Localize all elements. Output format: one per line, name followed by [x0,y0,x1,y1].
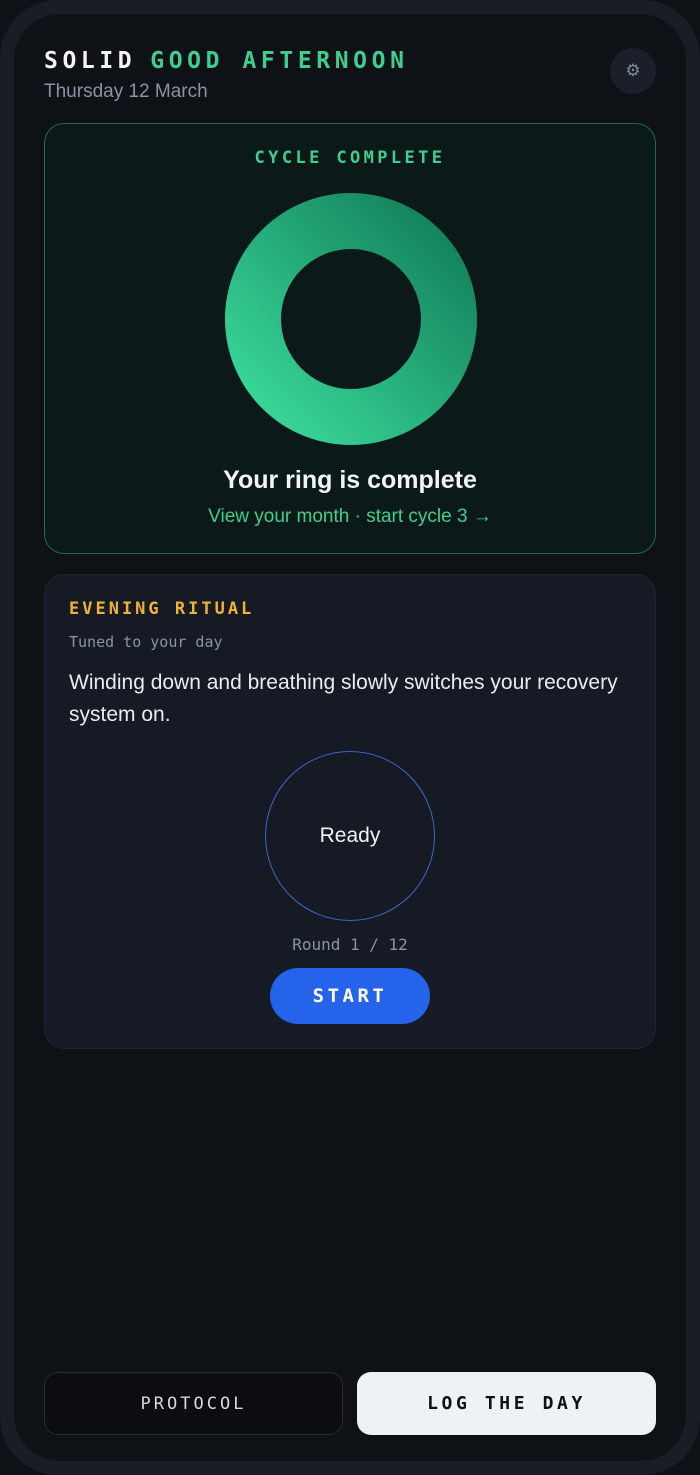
brand-name: SOLID [44,48,137,74]
header: SOLID GOOD AFTERNOON Thursday 12 March ⚙ [44,46,656,126]
progress-ring [224,192,478,446]
brand-line: SOLID GOOD AFTERNOON [44,46,656,76]
ritual-card: EVENING RITUAL Tuned to your day Winding… [44,574,656,1049]
cycle-card[interactable]: CYCLE COMPLETE Your ring is complete Vie… [44,123,656,554]
greeting: GOOD AFTERNOON [150,48,409,74]
date-label: Thursday 12 March [44,81,208,102]
cycle-title: CYCLE COMPLETE [254,148,446,168]
start-button[interactable]: START [270,968,430,1024]
ring-fill [225,193,477,445]
ritual-subtitle: Tuned to your day [69,633,223,651]
device-frame: SOLID GOOD AFTERNOON Thursday 12 March ⚙ … [0,0,700,1475]
ritual-description: Winding down and breathing slowly switch… [69,671,618,726]
round-counter: Round 1 / 12 [292,935,408,954]
protocol-button[interactable]: PROTOCOL [44,1372,343,1435]
breathing-status: Ready [319,824,381,847]
gear-icon: ⚙ [625,61,641,80]
breathing-circle: Ready [265,751,435,921]
view-month-link[interactable]: View your month · start cycle 3 → [45,506,655,528]
bottom-actions: PROTOCOL LOG THE DAY [44,1372,656,1435]
log-day-button[interactable]: LOG THE DAY [357,1372,656,1435]
ring-headline: Your ring is complete [223,466,477,494]
app-screen: SOLID GOOD AFTERNOON Thursday 12 March ⚙ … [14,14,686,1461]
ritual-title: EVENING RITUAL [69,599,255,619]
settings-button[interactable]: ⚙ [610,48,656,94]
